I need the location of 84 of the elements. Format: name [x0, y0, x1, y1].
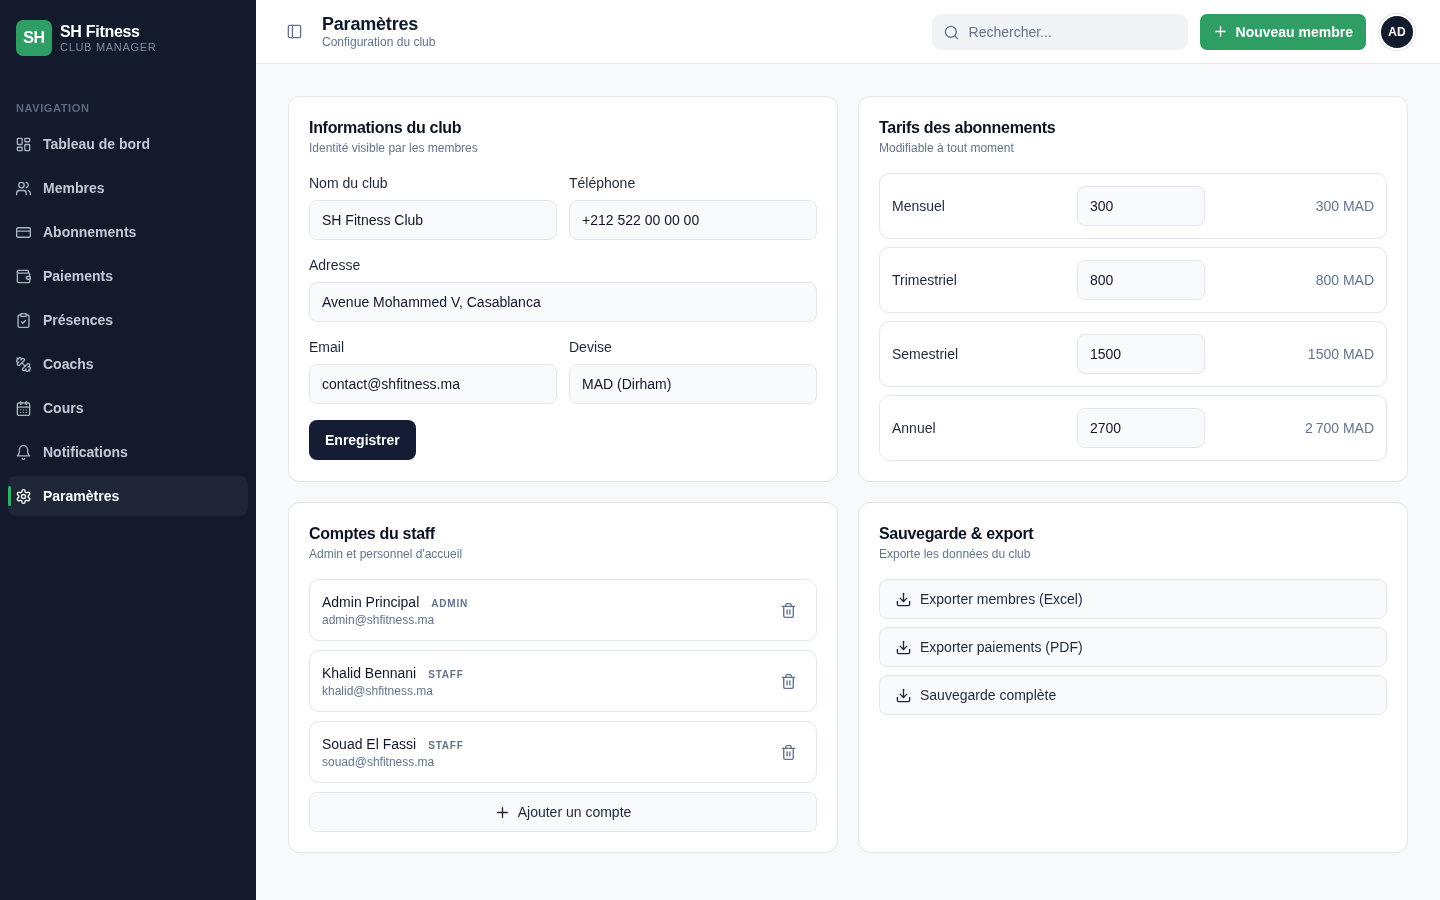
brand-tagline: CLUB MANAGER [60, 40, 157, 54]
trash-icon [781, 673, 796, 689]
add-account-button[interactable]: Ajouter un compte [309, 792, 817, 832]
page-subtitle: Configuration du club [322, 35, 436, 50]
card-subtitle: Modifiable à tout moment [879, 140, 1014, 156]
role-label: ADMIN [431, 598, 469, 609]
nav-item[interactable]: Notifications [8, 432, 248, 472]
role-label: STAFF [428, 669, 464, 680]
nav-item[interactable]: Cours [8, 388, 248, 428]
trash-icon [781, 602, 796, 618]
field-label: Devise [569, 338, 612, 357]
field-label: Adresse [309, 256, 361, 275]
account-email: khalid@shfitness.ma [322, 683, 433, 699]
dashboard-icon [16, 136, 31, 152]
delete-button[interactable] [781, 673, 796, 689]
plan-price: 300 MAD [1315, 198, 1374, 214]
clipboard-check-icon [16, 312, 31, 328]
section-label: NAVIGATION [16, 101, 90, 115]
card-subtitle: Exporte les données du club [879, 546, 1031, 562]
price-field[interactable]: 2700 [1077, 408, 1205, 448]
download-icon [896, 687, 911, 703]
plan-price: 800 MAD [1315, 272, 1374, 288]
plan-price: 1500 MAD [1307, 346, 1374, 362]
input-field[interactable]: +212 522 00 00 00 [569, 200, 817, 240]
dumbbell-icon [16, 356, 31, 372]
delete-button[interactable] [781, 744, 796, 760]
card-title: Sauvegarde & export [879, 524, 1034, 544]
delete-button[interactable] [781, 602, 796, 618]
credit-card-icon [16, 224, 31, 240]
export-button[interactable]: Sauvegarde complète [879, 675, 1387, 715]
calendar-icon [16, 400, 31, 416]
page-title: Paramètres [322, 13, 419, 35]
trash-icon [781, 744, 796, 760]
export-button[interactable]: Exporter membres (Excel) [879, 579, 1387, 619]
account-name: Admin Principal [322, 593, 420, 612]
logo: SH [16, 20, 52, 56]
settings-icon [16, 488, 31, 504]
nav-item[interactable]: Tableau de bord [8, 124, 248, 164]
bell-icon [16, 444, 31, 460]
plan-name: Annuel [892, 420, 936, 436]
price-field[interactable]: 1500 [1077, 334, 1205, 374]
card-title: Tarifs des abonnements [879, 118, 1056, 138]
wallet-icon [16, 268, 31, 284]
card-title: Informations du club [309, 118, 462, 138]
panel-icon [287, 24, 302, 39]
search-field[interactable]: Rechercher... [931, 13, 1188, 50]
account-email: souad@shfitness.ma [322, 754, 435, 770]
role-label: STAFF [428, 740, 464, 751]
nav-item[interactable]: Paiements [8, 256, 248, 296]
sidebar-toggle-button[interactable] [287, 24, 302, 39]
input-field[interactable]: contact@shfitness.ma [309, 364, 557, 404]
nav-item[interactable]: Coachs [8, 344, 248, 384]
field-label: Nom du club [309, 174, 388, 193]
avatar[interactable]: AD [1379, 13, 1415, 50]
card-subtitle: Identité visible par les membres [309, 140, 478, 156]
plan-name: Semestriel [892, 346, 959, 362]
nav-item[interactable]: Présences [8, 300, 248, 340]
plus-icon [1212, 24, 1228, 39]
nav-item[interactable]: Paramètres [8, 476, 248, 516]
users-icon [16, 180, 31, 196]
account-email: admin@shfitness.ma [322, 612, 435, 628]
field-label: Email [309, 338, 344, 357]
plan-name: Trimestriel [892, 272, 957, 288]
search-icon [943, 24, 959, 40]
export-button[interactable]: Exporter paiements (PDF) [879, 627, 1387, 667]
input-field[interactable]: Avenue Mohammed V, Casablanca [309, 282, 817, 322]
nav-item[interactable]: Abonnements [8, 212, 248, 252]
card-title: Comptes du staff [309, 524, 435, 544]
card-subtitle: Admin et personnel d'accueil [309, 546, 463, 562]
brand-name: SH Fitness [60, 22, 140, 41]
save-button[interactable]: Enregistrer [309, 420, 416, 460]
plus-icon [494, 804, 510, 820]
download-icon [896, 639, 911, 655]
price-field[interactable]: 800 [1077, 260, 1205, 300]
account-name: Souad El Fassi [322, 735, 417, 754]
account-name: Khalid Bennani [322, 664, 417, 683]
plan-price: 2 700 MAD [1305, 420, 1374, 436]
nav-item[interactable]: Membres [8, 168, 248, 208]
input-field[interactable]: MAD (Dirham) [569, 364, 817, 404]
plan-name: Mensuel [892, 198, 945, 214]
input-field[interactable]: SH Fitness Club [309, 200, 557, 240]
field-label: Téléphone [569, 174, 636, 193]
download-icon [896, 591, 911, 607]
price-field[interactable]: 300 [1077, 186, 1205, 226]
